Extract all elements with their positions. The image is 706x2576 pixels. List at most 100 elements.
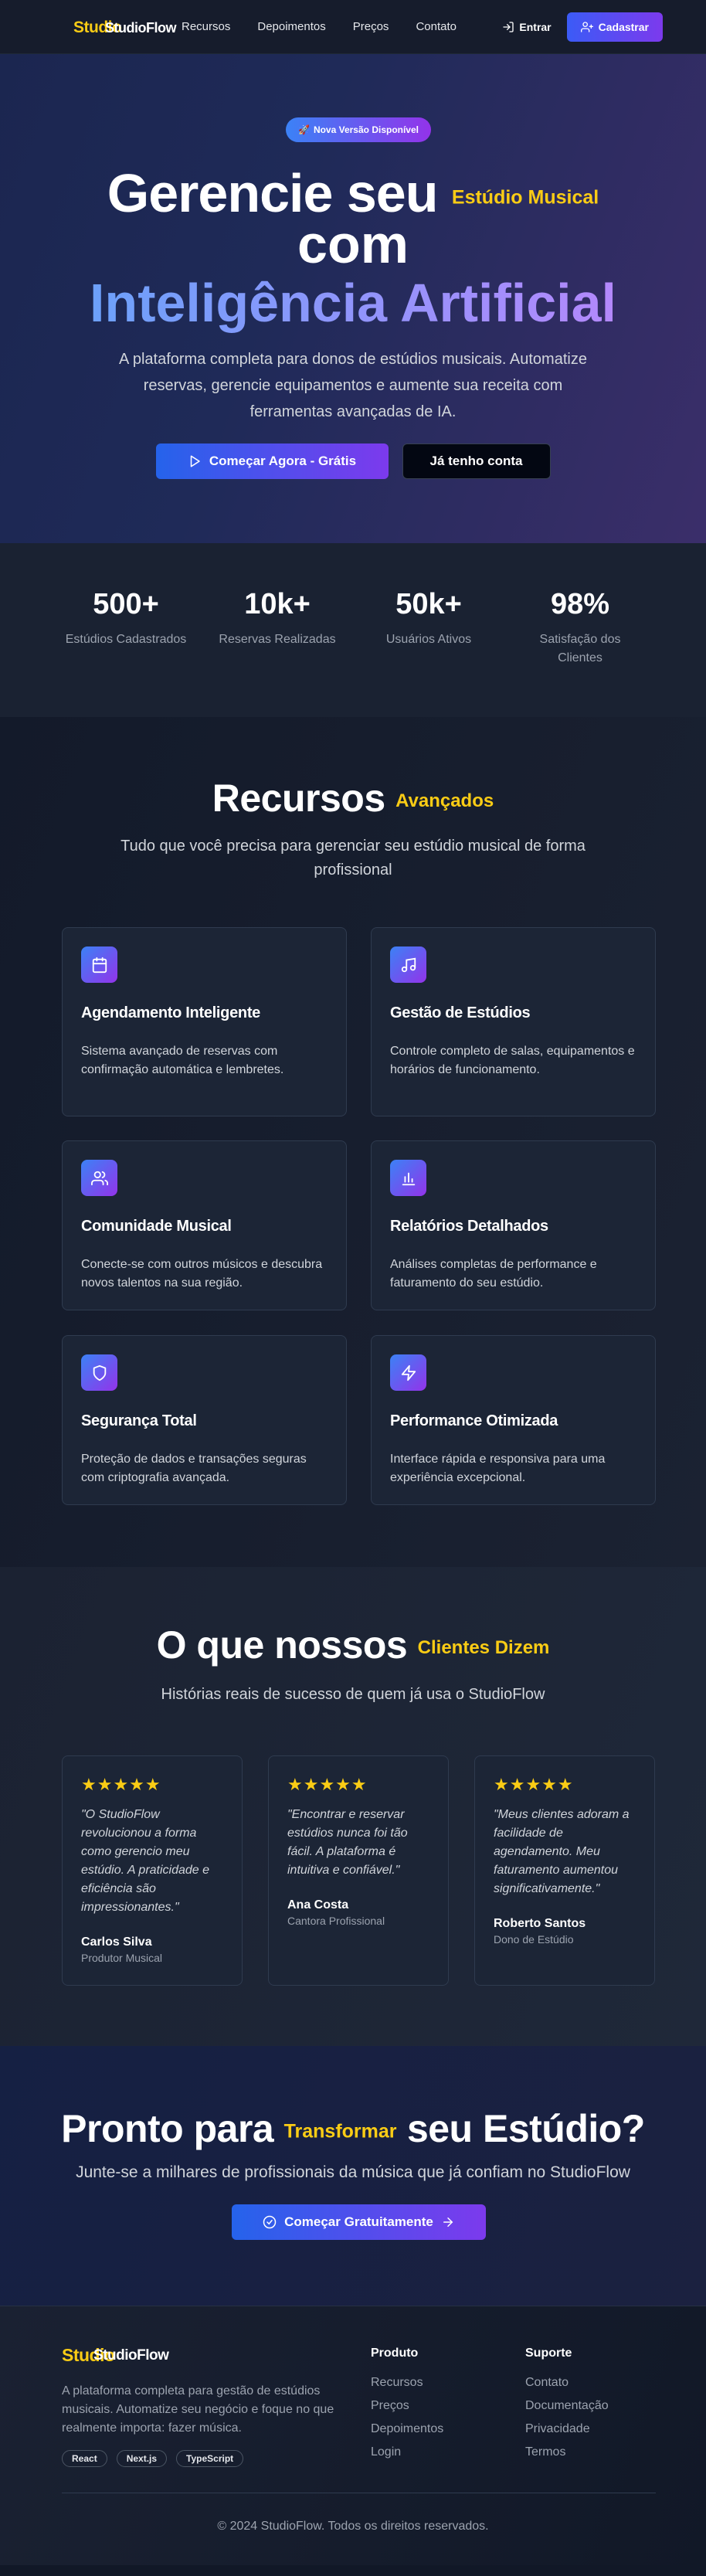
cta-section: Pronto para Transformar seu Estúdio? Jun… — [0, 2046, 706, 2306]
footer-logo-text: StudioFlow — [93, 2347, 169, 2364]
stat-value: 50k+ — [395, 588, 462, 620]
feature-desc: Conecte-se com outros músicos e descubra… — [81, 1258, 323, 1290]
stat-item: 500+ Estúdios Cadastrados — [50, 543, 202, 717]
cta-title-part2: seu Estúdio? — [406, 2107, 645, 2150]
stat-label: Reservas Realizadas — [219, 633, 336, 646]
logo[interactable]: Studio StudioFlow — [73, 15, 176, 39]
stat-value: 98% — [550, 588, 610, 620]
stat-label: Usuários Ativos — [385, 633, 472, 646]
testimonial-card: ★★★★★ "Meus clientes adoram a facilidade… — [474, 1755, 655, 1986]
stats-section: 500+ Estúdios Cadastrados 10k+ Reservas Re… — [0, 543, 706, 717]
logo-text: StudioFlow — [105, 19, 176, 36]
testimonials-subtitle: Histórias reais de sucesso de quem já us… — [161, 1686, 545, 1703]
hero-title-highlight: Estúdio Musical — [451, 186, 599, 209]
feature-title: Performance Otimizada — [390, 1412, 558, 1429]
start-free-label: Começar Gratuitamente — [284, 2214, 433, 2229]
login-button[interactable]: Entrar — [502, 20, 552, 33]
nav-link-precos[interactable]: Preços — [353, 20, 389, 33]
tech-tags: React Next.js TypeScript — [62, 2450, 244, 2467]
bar-chart-icon — [390, 1160, 426, 1196]
nav-links: Recursos Depoimentos Preços Contato — [182, 20, 484, 33]
stat-item: 50k+ Usuários Ativos — [353, 543, 504, 717]
feature-desc: Sistema avançado de reservas com confirm… — [81, 1045, 284, 1076]
users-icon — [81, 1160, 117, 1196]
login-icon — [503, 21, 514, 32]
start-free-button[interactable]: Começar Gratuitamente — [232, 2204, 486, 2240]
stat-value: 500+ — [93, 588, 159, 620]
features-title-text: Recursos — [212, 777, 385, 820]
start-now-button[interactable]: Começar Agora - Grátis — [155, 443, 389, 479]
footer-column-title: Suporte — [525, 2347, 572, 2360]
tech-tag: TypeScript — [176, 2450, 244, 2467]
feature-title: Comunidade Musical — [81, 1218, 232, 1235]
tech-tag: Next.js — [116, 2450, 168, 2467]
calendar-icon — [81, 946, 117, 983]
footer-link[interactable]: Documentação — [525, 2399, 609, 2413]
footer-link[interactable]: Login — [371, 2445, 443, 2459]
lightning-icon — [390, 1354, 426, 1391]
testimonial-name: Ana Costa — [287, 1898, 349, 1912]
tech-tag: React — [62, 2450, 107, 2467]
feature-title: Agendamento Inteligente — [81, 1004, 261, 1021]
testimonial-card: ★★★★★ "O StudioFlow revolucionou a forma… — [62, 1755, 243, 1986]
badge-text: Nova Versão Disponível — [313, 124, 419, 135]
testimonial-name: Roberto Santos — [494, 1917, 586, 1930]
signup-button[interactable]: Cadastrar — [566, 12, 663, 42]
signup-label: Cadastrar — [598, 20, 649, 33]
top-navbar: Studio StudioFlow Recursos Depoimentos P… — [0, 0, 706, 54]
testimonials-section: O que nossos Clientes Dizem Histórias re… — [0, 1567, 706, 2046]
star-rating-icon: ★★★★★ — [81, 1775, 161, 1794]
feature-desc: Interface rápida e responsiva para uma e… — [390, 1453, 606, 1484]
nav-link-depoimentos[interactable]: Depoimentos — [257, 20, 325, 33]
feature-title: Segurança Total — [81, 1412, 197, 1429]
arrow-right-icon — [443, 2217, 453, 2227]
nav-actions: Entrar Cadastrar — [502, 12, 663, 42]
cta-title-highlight: Transformar — [283, 2120, 397, 2143]
footer-link[interactable]: Termos — [525, 2445, 609, 2459]
footer-logo[interactable]: Studio StudioFlow — [62, 2345, 169, 2368]
hero-title-line2: com — [297, 214, 409, 274]
user-plus-icon — [580, 21, 593, 32]
footer-column-title: Produto — [371, 2347, 419, 2360]
star-rating-icon: ★★★★★ — [287, 1775, 368, 1794]
footer-link[interactable]: Depoimentos — [371, 2422, 443, 2436]
footer-link[interactable]: Privacidade — [525, 2422, 609, 2436]
cta-title: Pronto para Transformar seu Estúdio? — [0, 2106, 706, 2151]
login-label: Entrar — [519, 20, 552, 33]
music-icon — [390, 946, 426, 983]
new-version-badge: 🚀 Nova Versão Disponível — [286, 117, 431, 142]
footer-link[interactable]: Recursos — [371, 2376, 443, 2390]
rocket-icon: 🚀 — [297, 124, 310, 135]
copyright: © 2024 StudioFlow. Todos os direitos res… — [217, 2520, 489, 2533]
feature-desc: Proteção de dados e transações seguras c… — [81, 1453, 307, 1484]
testimonials-title-highlight: Clientes Dizem — [417, 1636, 550, 1658]
nav-link-contato[interactable]: Contato — [416, 20, 457, 33]
cta-subtitle: Junte-se a milhares de profissionais da … — [76, 2163, 630, 2181]
hero-title-line3: Inteligência Artificial — [0, 272, 706, 334]
features-subtitle: Tudo que você precisa para gerenciar seu… — [120, 838, 586, 878]
testimonial-quote: "Encontrar e reservar estúdios nunca foi… — [287, 1808, 408, 1877]
feature-desc: Análises completas de performance e fatu… — [390, 1258, 597, 1290]
testimonials-title-text: O que nossos — [156, 1623, 408, 1667]
footer-column-suporte: Suporte Contato Documentação Privacidade… — [525, 2347, 609, 2469]
footer-description: A plataforma completa para gestão de est… — [62, 2384, 334, 2435]
features-title: Recursos Avançados — [0, 776, 706, 821]
hero-subtitle: A plataforma completa para donos de estú… — [119, 351, 587, 420]
check-circle-icon — [263, 2215, 277, 2229]
feature-card: Comunidade Musical Conecte-se com outros… — [62, 1140, 347, 1310]
stat-label: Estúdios Cadastrados — [65, 633, 187, 646]
start-now-label: Começar Agora - Grátis — [209, 454, 357, 468]
nav-link-recursos[interactable]: Recursos — [182, 20, 230, 33]
footer-link[interactable]: Contato — [525, 2376, 609, 2390]
testimonial-role: Dono de Estúdio — [494, 1933, 574, 1946]
feature-title: Relatórios Detalhados — [390, 1218, 548, 1235]
stat-label: Satisfação dos Clientes — [539, 633, 621, 664]
stat-value: 10k+ — [244, 588, 311, 620]
have-account-button[interactable]: Já tenho conta — [402, 443, 551, 479]
feature-card: Relatórios Detalhados Análises completas… — [371, 1140, 656, 1310]
feature-title: Gestão de Estúdios — [390, 1004, 531, 1021]
stat-item: 10k+ Reservas Realizadas — [202, 543, 353, 717]
hero-section: 🚀 Nova Versão Disponível Gerencie seu Es… — [0, 54, 706, 543]
feature-card: Performance Otimizada Interface rápida e… — [371, 1335, 656, 1505]
footer-link[interactable]: Preços — [371, 2399, 443, 2413]
